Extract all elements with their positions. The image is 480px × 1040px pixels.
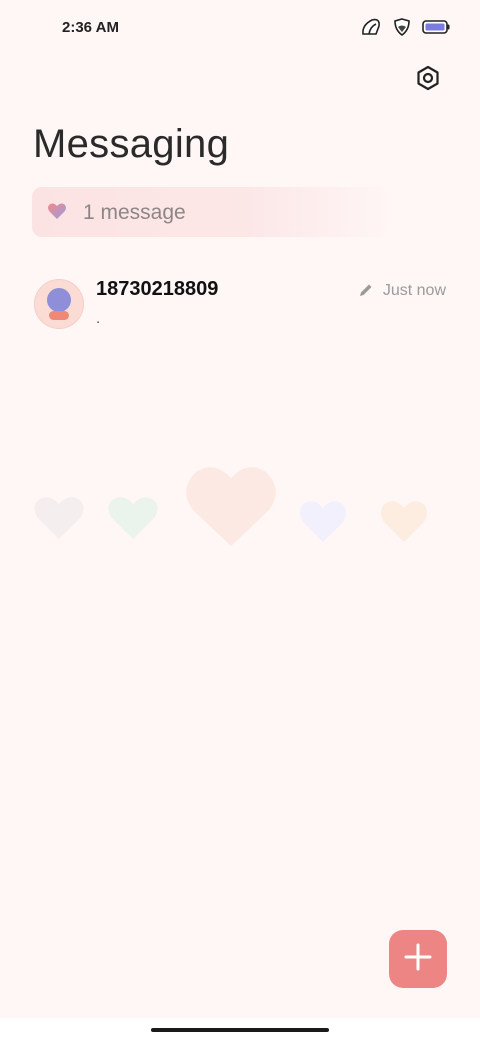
page-title: Messaging — [33, 122, 230, 166]
message-summary-banner[interactable]: 1 message — [32, 187, 392, 237]
hearts-decoration — [34, 467, 428, 546]
heart-decoration-lavender — [299, 501, 347, 542]
pencil-icon — [358, 282, 374, 303]
new-message-button[interactable] — [389, 930, 447, 988]
heart-decoration-green — [108, 497, 158, 539]
home-indicator[interactable] — [151, 1028, 329, 1032]
status-icons — [360, 17, 450, 42]
message-preview: . — [96, 310, 101, 327]
heart-icon — [47, 202, 67, 225]
conversation-item[interactable]: 18730218809 . Just now — [0, 268, 480, 344]
heart-decoration-gray — [34, 497, 84, 539]
summary-text: 1 message — [83, 201, 186, 224]
settings-button[interactable] — [410, 62, 446, 98]
timestamp: Just now — [382, 282, 446, 299]
contact-name: 18730218809 — [96, 278, 219, 300]
status-bar: 2:36 AM — [0, 0, 480, 56]
plus-icon — [404, 943, 432, 976]
heart-decoration-orange — [380, 501, 428, 542]
battery-icon — [422, 19, 450, 40]
gear-icon — [415, 65, 441, 96]
status-time: 2:36 AM — [62, 19, 119, 36]
heart-decoration-peach — [186, 467, 276, 546]
signal-icon — [360, 18, 382, 41]
avatar — [34, 279, 84, 329]
navigation-bar — [0, 1018, 480, 1040]
shield-icon — [392, 17, 412, 42]
